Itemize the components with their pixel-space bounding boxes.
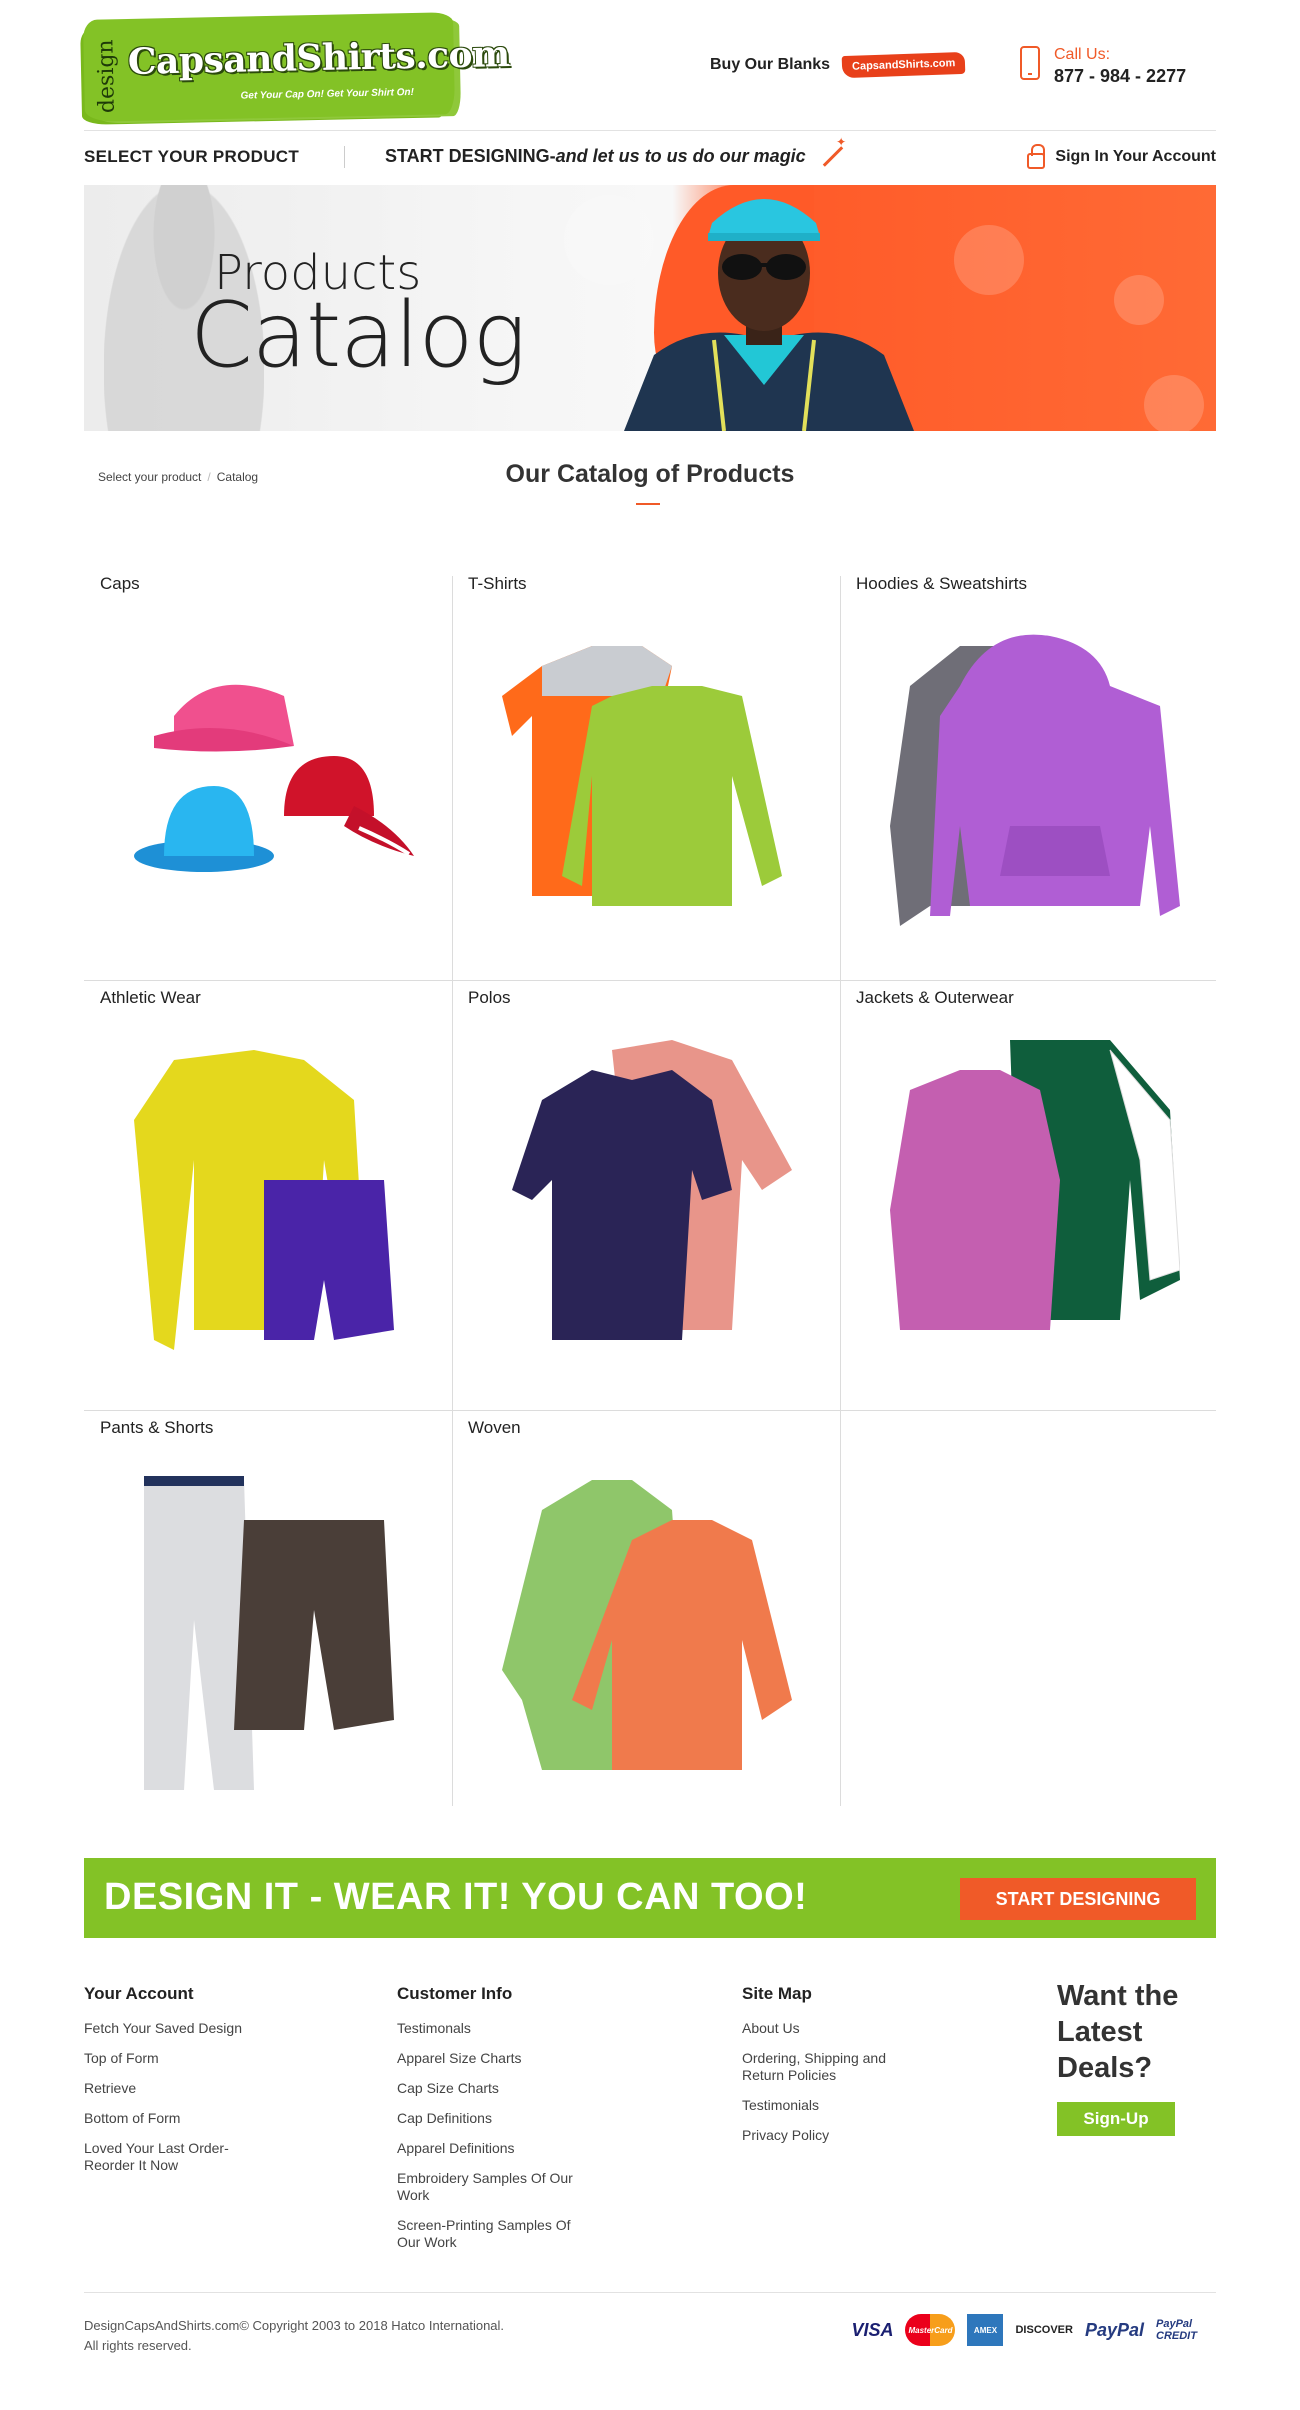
start-designing-button[interactable]: START DESIGNING (960, 1878, 1196, 1920)
magic-wand-icon (822, 146, 843, 167)
site-logo[interactable]: design CapsandShirts.com Get Your Cap On… (82, 12, 510, 122)
footer-link[interactable]: Testimonials (742, 2097, 942, 2114)
product-card-hoodies[interactable]: Hoodies & Sweatshirts (840, 566, 1216, 980)
copyright: DesignCapsAndShirts.com© Copyright 2003 … (84, 2316, 504, 2356)
footer-link[interactable]: Embroidery Samples Of Our Work (397, 2170, 577, 2204)
hero-bubble (1144, 375, 1204, 431)
nav-start-designing-label: START DESIGNING- (385, 146, 556, 166)
copyright-line: All rights reserved. (84, 2338, 192, 2353)
footer-heading: Your Account (84, 1984, 194, 2003)
footer-link[interactable]: Apparel Size Charts (397, 2050, 597, 2067)
caps-image (134, 684, 414, 872)
call-number[interactable]: 877 - 984 - 2277 (1054, 66, 1186, 87)
logo-brand: CapsandShirts.com (127, 32, 511, 83)
sign-in-link[interactable]: Sign In Your Account (1027, 143, 1216, 169)
hero-banner: Products Catalog (84, 185, 1216, 431)
newsletter-promo: Want the Latest Deals? Sign-Up (1057, 1978, 1217, 2136)
pants-shorts-image (144, 1476, 394, 1790)
product-card-pants-shorts[interactable]: Pants & Shorts (84, 1410, 452, 1820)
buy-blanks-label: Buy Our Blanks (710, 56, 831, 73)
product-label: Polos (468, 988, 511, 1007)
nav-start-designing[interactable]: START DESIGNING- and let us to us do our… (385, 146, 846, 167)
call-us: Call Us: 877 - 984 - 2277 (1020, 46, 1186, 87)
footer-customer-info: Customer Info Testimonals Apparel Size C… (397, 1984, 597, 2264)
call-label: Call Us: (1054, 46, 1111, 63)
athletic-wear-image (134, 1050, 394, 1350)
product-label: T-Shirts (468, 574, 527, 593)
visa-icon: VISA (851, 2319, 894, 2340)
banner-text: DESIGN IT - WEAR IT! YOU CAN TOO! (104, 1876, 808, 1918)
product-label: Jackets & Outerwear (856, 988, 1014, 1007)
sign-in-label: Sign In Your Account (1055, 147, 1216, 165)
nav-start-designing-tagline: and let us to us do our magic (555, 146, 806, 166)
footer-heading: Site Map (742, 1984, 812, 2003)
footer-your-account: Your Account Fetch Your Saved Design Top… (84, 1984, 284, 2187)
nav-select-product[interactable]: SELECT YOUR PRODUCT (84, 147, 344, 167)
logo-tagline: Get Your Cap On! Get Your Shirt On! (240, 86, 415, 102)
product-card-jackets[interactable]: Jackets & Outerwear (840, 980, 1216, 1410)
mastercard-icon: MasterCard (905, 2314, 956, 2346)
paypal-credit-icon: PayPal CREDIT (1156, 2318, 1197, 2342)
jackets-image (890, 1040, 1180, 1330)
nav-divider (344, 145, 345, 168)
footer-heading: Customer Info (397, 1984, 513, 2003)
phone-icon (1020, 46, 1040, 80)
payment-methods: VISA MasterCard AMEX DISCOVER PayPal Pay… (851, 2314, 1216, 2346)
footer-link[interactable]: Cap Size Charts (397, 2080, 597, 2097)
site-header: design CapsandShirts.com Get Your Cap On… (82, 0, 1216, 130)
hero-title-line2: Catalog (190, 283, 527, 388)
footer-link[interactable]: Top of Form (84, 2050, 284, 2067)
footer-link[interactable]: Screen-Printing Samples Of Our Work (397, 2217, 577, 2251)
main-nav: SELECT YOUR PRODUCT START DESIGNING- and… (84, 130, 1216, 182)
product-label: Woven (468, 1418, 521, 1437)
footer-link[interactable]: Testimonals (397, 2020, 597, 2037)
footer-link[interactable]: Fetch Your Saved Design (84, 2020, 284, 2037)
footer-link[interactable]: Bottom of Form (84, 2110, 284, 2127)
footer-link[interactable]: Loved Your Last Order-Reorder It Now (84, 2140, 254, 2174)
product-card-polos[interactable]: Polos (452, 980, 840, 1410)
hero-bubble (954, 225, 1024, 295)
buy-blanks-link[interactable]: Buy Our Blanks CapsandShirts.com (710, 51, 966, 79)
polos-image (512, 1040, 792, 1340)
hero-bubble (1114, 275, 1164, 325)
footer-site-map: Site Map About Us Ordering, Shipping and… (742, 1984, 942, 2157)
deals-title: Want the Latest Deals? (1057, 1980, 1179, 2084)
product-card-tshirts[interactable]: T-Shirts (452, 566, 840, 980)
logo-design-word: design (93, 39, 120, 114)
product-card-athletic-wear[interactable]: Athletic Wear (84, 980, 452, 1410)
discover-icon: DISCOVER (1015, 2324, 1073, 2336)
product-card-woven[interactable]: Woven (452, 1410, 840, 1820)
blanks-logo-badge: CapsandShirts.com (841, 51, 966, 79)
woven-image (502, 1480, 792, 1770)
footer-link[interactable]: Retrieve (84, 2080, 284, 2097)
design-banner: DESIGN IT - WEAR IT! YOU CAN TOO! START … (84, 1858, 1216, 1938)
footer-divider (84, 2292, 1216, 2293)
footer-link[interactable]: Cap Definitions (397, 2110, 597, 2127)
paypal-icon: PayPal (1084, 2319, 1144, 2340)
sign-up-button[interactable]: Sign-Up (1057, 2102, 1175, 2136)
product-card-caps[interactable]: Caps (84, 566, 452, 980)
hero-model-image (624, 199, 914, 431)
footer-link[interactable]: Ordering, Shipping and Return Policies (742, 2050, 922, 2084)
product-label: Pants & Shorts (100, 1418, 214, 1437)
lock-icon (1027, 143, 1046, 169)
footer-link[interactable]: Apparel Definitions (397, 2140, 597, 2157)
amex-icon: AMEX (967, 2314, 1004, 2346)
footer-link[interactable]: Privacy Policy (742, 2127, 942, 2144)
product-label: Athletic Wear (100, 988, 201, 1007)
catalog-title: Our Catalog of Products (505, 460, 795, 488)
hoodies-image (890, 634, 1180, 926)
tshirts-image (502, 646, 782, 906)
copyright-line: DesignCapsAndShirts.com© Copyright 2003 … (84, 2318, 505, 2333)
product-label: Caps (100, 574, 140, 593)
title-underline (636, 503, 660, 505)
product-label: Hoodies & Sweatshirts (856, 574, 1028, 593)
footer-link[interactable]: About Us (742, 2020, 942, 2037)
